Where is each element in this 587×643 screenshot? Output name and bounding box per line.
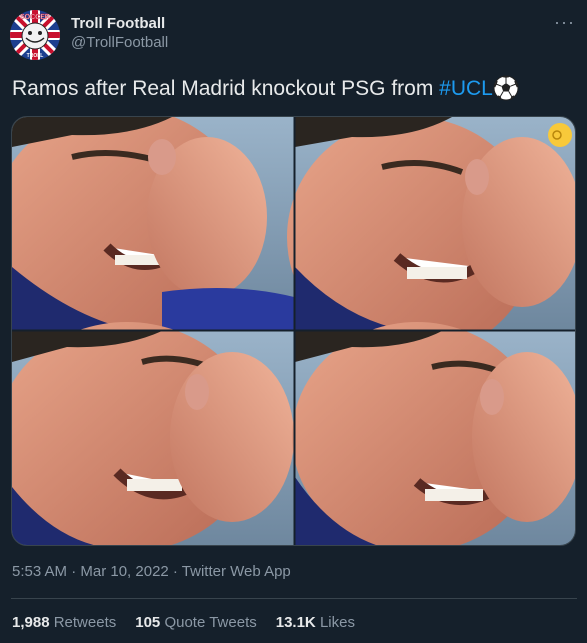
retweets-label: Retweets <box>53 614 117 631</box>
hashtag-link[interactable]: #UCL <box>439 77 493 100</box>
avatar[interactable]: SOCCER TROLL <box>10 10 60 60</box>
retweets-stat[interactable]: 1,988 Retweets <box>12 614 116 631</box>
quote-tweets-stat[interactable]: 105 Quote Tweets <box>135 614 256 631</box>
retweets-count: 1,988 <box>12 614 50 631</box>
more-options-icon[interactable]: ··· <box>554 12 575 33</box>
likes-stat[interactable]: 13.1K Likes <box>276 614 355 631</box>
tweet-header: SOCCER TROLL Troll Football @TrollFootba… <box>10 10 577 60</box>
ok-hand-emoji-icon <box>548 123 572 147</box>
tweet-stats: 1,988 Retweets 105 Quote Tweets 13.1K Li… <box>12 614 355 631</box>
tweet-media-image[interactable] <box>11 116 576 546</box>
likes-label: Likes <box>319 614 355 631</box>
meme-panel-top-right <box>287 117 575 357</box>
divider <box>11 598 577 599</box>
meme-panel-top-left <box>12 117 294 347</box>
meme-panel-bottom-left <box>12 322 294 545</box>
avatar-logo-bottom-text: TROLL <box>27 53 44 59</box>
quote-tweets-count: 105 <box>135 614 161 631</box>
likes-count: 13.1K <box>275 614 316 631</box>
soccer-ball-icon <box>493 75 519 110</box>
avatar-logo-top-text: SOCCER <box>20 14 50 21</box>
tweet-text-main: Ramos after Real Madrid knockout PSG fro… <box>12 77 440 100</box>
quote-tweets-label: Quote Tweets <box>164 614 257 631</box>
tweet-text: Ramos after Real Madrid knockout PSG fro… <box>12 74 577 110</box>
display-name[interactable]: Troll Football <box>71 14 168 33</box>
author-names: Troll Football @TrollFootball <box>71 14 168 52</box>
handle[interactable]: @TrollFootball <box>71 33 168 52</box>
tweet-timestamp[interactable]: 5:53 AM · Mar 10, 2022 · Twitter Web App <box>12 563 291 580</box>
meme-panel-bottom-right <box>292 322 575 545</box>
